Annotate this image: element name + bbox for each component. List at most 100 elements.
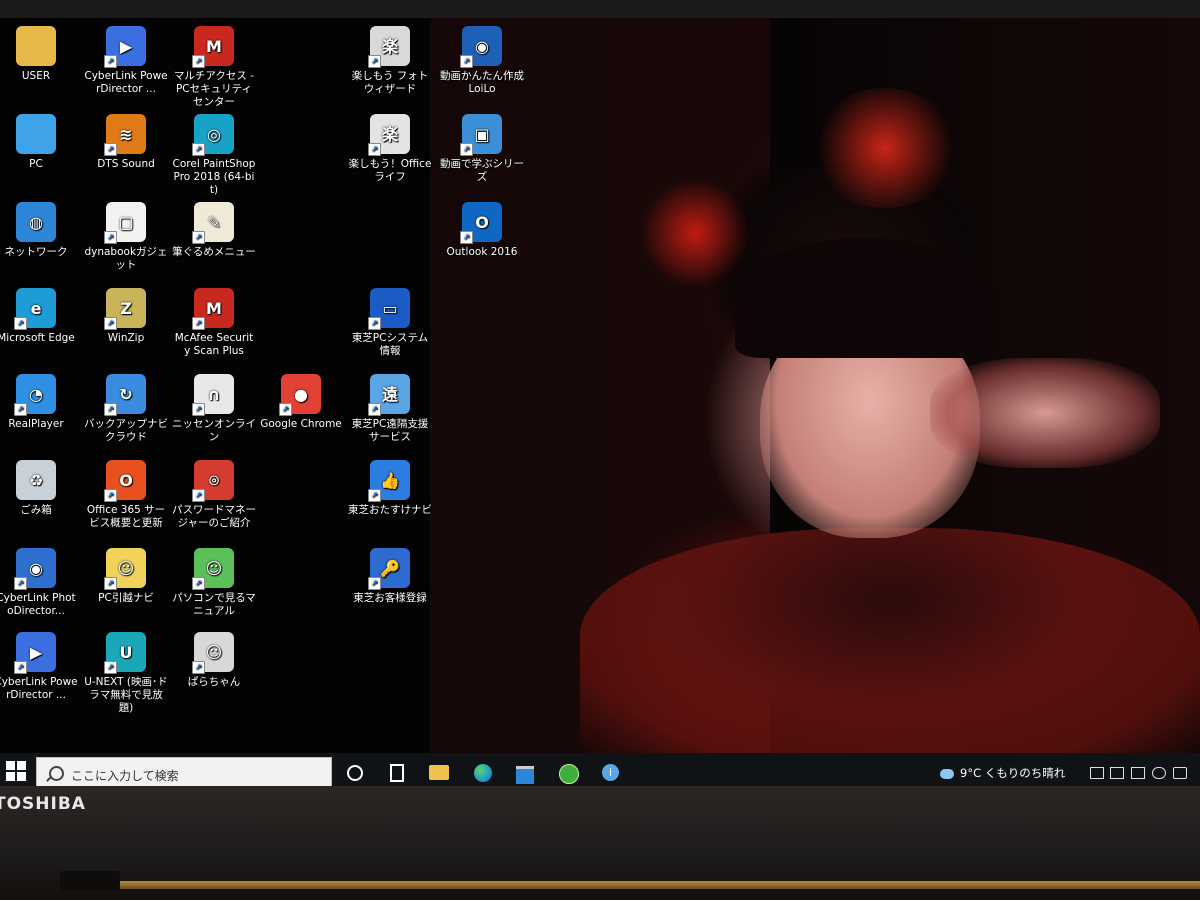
toshiba-system-info-icon: ▭ ↗	[368, 288, 410, 330]
shortcut-arrow-icon: ↗	[104, 489, 117, 502]
people-icon[interactable]	[1090, 767, 1104, 779]
desktop-icon[interactable]: ▶ ↗ CyberLink PowerDirector ...	[0, 632, 78, 702]
photodirector-icon: ◉ ↗	[14, 548, 56, 590]
desktop-icon-label: パソコンで見るマニュアル	[172, 592, 256, 617]
desktop-icon[interactable]: ◎ ↗ Corel PaintShop Pro 2018 (64-bit)	[172, 114, 256, 197]
shortcut-arrow-icon: ↗	[368, 143, 381, 156]
desktop-icon-label: Microsoft Edge	[0, 332, 75, 344]
realplayer-icon: ◔ ↗	[14, 374, 56, 416]
desktop-icon-label: RealPlayer	[8, 418, 64, 430]
system-tray: 9°C くもりのち晴れ	[930, 753, 1200, 786]
desktop-icon[interactable]: ∩ ↗ ニッセンオンライン	[172, 374, 256, 444]
desktop-icon[interactable]: 遠 ↗ 東芝PC遠隔支援サービス	[348, 374, 432, 444]
desktop-icon[interactable]: ☺ ↗ パソコンで見るマニュアル	[172, 548, 256, 618]
desktop-icon[interactable]: ↻ ↗ バックアップナビ クラウド	[84, 374, 168, 444]
start-button[interactable]	[6, 761, 28, 783]
desktop-icon[interactable]: ◉ ↗ 動画かんたん作成 LoiLo	[440, 26, 524, 96]
desktop-icon[interactable]: O ↗ Office 365 サービス概要と更新	[84, 460, 168, 530]
wallpaper-hand	[930, 358, 1160, 468]
loilo-icon: ◉ ↗	[460, 26, 502, 68]
desktop-icon-label: 楽しもう！Office ライフ	[348, 158, 432, 183]
desktop-icon[interactable]: ⌾ ↗ パスワードマネージャーのご紹介	[172, 460, 256, 530]
display-icon[interactable]	[1131, 767, 1145, 779]
edge-taskbar-icon[interactable]	[472, 762, 494, 784]
desktop-icon[interactable]: ◉ ↗ CyberLink PhotoDirector...	[0, 548, 78, 618]
task-view-icon[interactable]	[386, 762, 408, 784]
nissen-icon: ∩ ↗	[192, 374, 234, 416]
hudegurume-icon: ✎ ↗	[192, 202, 234, 244]
desktop-icon-label: Office 365 サービス概要と更新	[86, 504, 166, 529]
taskbar-search-box[interactable]: ここに入力して検索	[36, 757, 332, 786]
shortcut-arrow-icon: ↗	[104, 403, 117, 416]
desktop-icon[interactable]: ▭ ↗ 東芝PCシステム情報	[348, 288, 432, 358]
desktop-icon-label: パスワードマネージャーのご紹介	[172, 504, 256, 529]
desktop-icon[interactable]: ✎ ↗ 筆ぐるめメニュー	[172, 202, 256, 259]
hinge	[60, 871, 120, 891]
desktop-icon[interactable]: ▶ ↗ CyberLink PowerDirector ...	[84, 26, 168, 96]
desktop-icon[interactable]: 👍 ↗ 東芝おたすけナビ	[348, 460, 432, 517]
onedrive-icon[interactable]	[1152, 767, 1166, 779]
desktop-icon-label: Google Chrome	[260, 418, 342, 430]
desktop-icon[interactable]: 楽 ↗ 楽しもう フォト ウィザード	[348, 26, 432, 96]
desktop-icon[interactable]: M ↗ McAfee Security Scan Plus	[172, 288, 256, 358]
shortcut-arrow-icon: ↗	[14, 661, 27, 674]
desktop-icon[interactable]: 🔑 ↗ 東芝お客様登録	[348, 548, 432, 605]
wallpaper-bow-left	[640, 178, 750, 288]
file-explorer-icon[interactable]	[428, 762, 450, 784]
shortcut-arrow-icon: ↗	[104, 55, 117, 68]
network-icon: ◍	[16, 202, 56, 242]
info-app-icon[interactable]: i	[600, 762, 622, 784]
shortcut-arrow-icon: ↗	[14, 577, 27, 590]
wallpaper-fringe	[735, 238, 995, 358]
desktop-icon[interactable]: ♻ ごみ箱	[0, 460, 78, 517]
desktop-icon[interactable]: ◍ ネットワーク	[0, 202, 78, 259]
desktop-icon[interactable]: Z ↗ WinZip	[84, 288, 168, 345]
desktop-icon[interactable]: ◔ ↗ RealPlayer	[0, 374, 78, 431]
desktop-icon-label: ごみ箱	[20, 504, 52, 516]
weather-widget[interactable]: 9°C くもりのち晴れ	[940, 765, 1065, 781]
desktop-icon[interactable]: 楽 ↗ 楽しもう！Office ライフ	[348, 114, 432, 184]
office-life-icon: 楽 ↗	[368, 114, 410, 156]
store-icon[interactable]	[514, 762, 536, 784]
shortcut-arrow-icon: ↗	[192, 403, 205, 416]
winzip-icon: Z ↗	[104, 288, 146, 330]
desktop-icon[interactable]: ▢ ↗ dynabookガジェット	[84, 202, 168, 272]
photo-wizard-icon: 楽 ↗	[368, 26, 410, 68]
search-placeholder: ここに入力して検索	[71, 769, 179, 783]
parachan-icon: ☺ ↗	[192, 632, 234, 674]
weather-text: 9°C くもりのち晴れ	[960, 766, 1066, 780]
cortana-icon[interactable]	[344, 762, 366, 784]
volume-icon[interactable]	[1173, 767, 1187, 779]
chrome-icon: ● ↗	[279, 374, 321, 416]
desktop-icon[interactable]: ☺ ↗ PC引越ナビ	[84, 548, 168, 605]
desktop-icon[interactable]: USER	[0, 26, 78, 83]
search-icon	[49, 766, 64, 781]
desktop-icon[interactable]: ▣ ↗ 動画で学ぶシリーズ	[440, 114, 524, 184]
shortcut-arrow-icon: ↗	[368, 403, 381, 416]
desktop-icon-label: Outlook 2016	[446, 246, 518, 258]
green-app-icon[interactable]	[557, 762, 579, 784]
desktop-icon[interactable]: M ↗ マルチアクセス - PCセキュリティセンター	[172, 26, 256, 109]
desktop-icon[interactable]: PC	[0, 114, 78, 171]
outlook-icon: O ↗	[460, 202, 502, 244]
desktop-icon[interactable]: U ↗ U-NEXT (映画･ドラマ無料で見放題)	[84, 632, 168, 715]
desktop-wallpaper	[430, 18, 1200, 768]
desktop-icon[interactable]: e ↗ Microsoft Edge	[0, 288, 78, 345]
shortcut-arrow-icon: ↗	[192, 577, 205, 590]
shortcut-arrow-icon: ↗	[192, 143, 205, 156]
shortcut-arrow-icon: ↗	[192, 661, 205, 674]
mcafee-scan-icon: M ↗	[192, 288, 234, 330]
desktop-icon-label: CyberLink PowerDirector ...	[0, 676, 78, 701]
desktop-icon[interactable]: ● ↗ Google Chrome	[259, 374, 343, 431]
desktop-icon-label: PC	[29, 158, 43, 170]
video-learning-icon: ▣ ↗	[460, 114, 502, 156]
shortcut-arrow-icon: ↗	[460, 143, 473, 156]
desktop-icon[interactable]: O ↗ Outlook 2016	[440, 202, 524, 259]
desktop-icon[interactable]: ☺ ↗ ぱらちゃん	[172, 632, 256, 689]
desktop-icon[interactable]: ≋ ↗ DTS Sound	[84, 114, 168, 171]
desktop-icon-label: バックアップナビ クラウド	[84, 418, 168, 443]
powerdirector-icon: ▶ ↗	[14, 632, 56, 674]
desktop-icon-label: マルチアクセス - PCセキュリティセンター	[173, 70, 255, 108]
meet-now-icon[interactable]	[1110, 767, 1124, 779]
pc-icon	[16, 114, 56, 154]
